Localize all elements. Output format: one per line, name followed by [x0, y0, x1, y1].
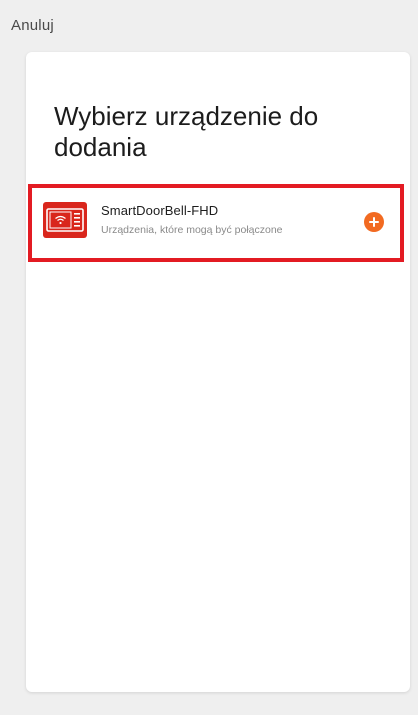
top-bar: Anuluj [0, 0, 418, 48]
page-title: Wybierz urządzenie do dodania [54, 101, 319, 162]
device-list-item[interactable]: SmartDoorBell-FHD Urządzenia, które mogą… [28, 184, 404, 262]
monitor-svg [46, 208, 84, 232]
device-selection-card: Wybierz urządzenie do dodania SmartDoorB… [26, 52, 410, 692]
device-status-subtitle: Urządzenia, które mogą być połączone [101, 224, 283, 236]
video-doorbell-monitor-icon [43, 202, 87, 238]
add-circle-icon[interactable] [364, 212, 384, 232]
device-name: SmartDoorBell-FHD [101, 203, 219, 218]
cancel-button[interactable]: Anuluj [11, 17, 54, 34]
